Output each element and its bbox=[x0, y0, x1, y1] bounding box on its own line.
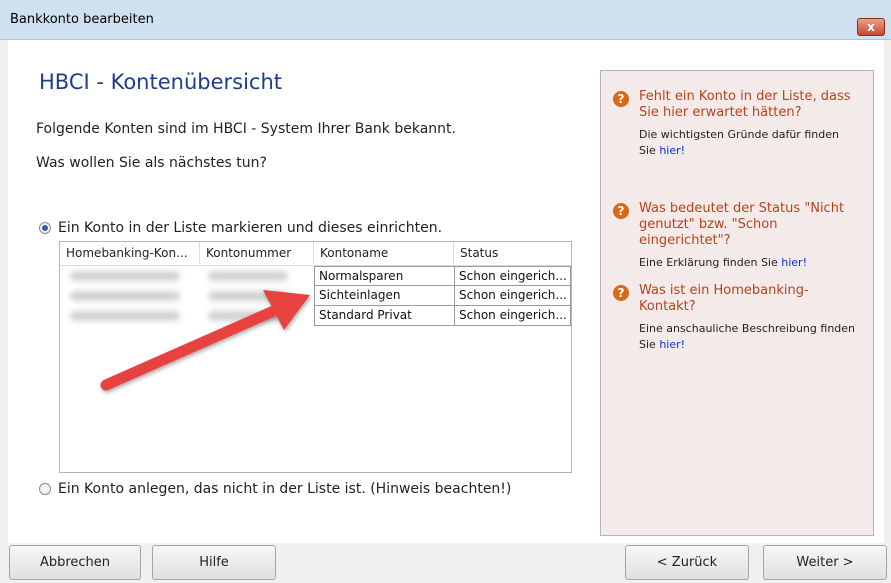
help-answer: Eine anschauliche Beschreibung finden Si… bbox=[639, 322, 856, 351]
question-circle-icon: ? bbox=[613, 91, 629, 107]
cancel-button[interactable]: Abbrechen bbox=[9, 545, 141, 580]
help-item-homebanking-contact: ? Was ist ein Homebanking-Kontakt? Eine … bbox=[613, 283, 859, 353]
help-link[interactable]: hier! bbox=[781, 256, 807, 269]
help-answer: Eine Erklärung finden Sie hier! bbox=[639, 256, 807, 269]
red-arrow-icon bbox=[100, 290, 310, 391]
help-question: Was bedeutet der Status "Nicht genutzt" … bbox=[639, 201, 845, 248]
help-question: Was ist ein Homebanking-Kontakt? bbox=[639, 283, 809, 314]
option-create-new[interactable]: Ein Konto anlegen, das nicht in der List… bbox=[39, 481, 511, 497]
help-link[interactable]: hier! bbox=[659, 144, 685, 157]
main-panel: HBCI - Kontenübersicht Folgende Konten s… bbox=[8, 40, 884, 543]
option-create-new-label[interactable]: Ein Konto anlegen, das nicht in der List… bbox=[58, 481, 511, 497]
question-circle-icon: ? bbox=[613, 285, 629, 301]
help-button[interactable]: Hilfe bbox=[152, 545, 276, 580]
help-item-missing-account: ? Fehlt ein Konto in der Liste, dass Sie… bbox=[613, 89, 859, 159]
help-link[interactable]: hier! bbox=[659, 338, 685, 351]
question-circle-icon: ? bbox=[613, 203, 629, 219]
help-sidebar: ? Fehlt ein Konto in der Liste, dass Sie… bbox=[600, 70, 874, 536]
help-question: Fehlt ein Konto in der Liste, dass Sie h… bbox=[639, 89, 851, 120]
help-answer: Die wichtigsten Gründe dafür finden Sie … bbox=[639, 128, 839, 157]
close-icon[interactable]: x bbox=[867, 20, 875, 34]
window-title: Bankkonto bearbeiten bbox=[10, 12, 154, 27]
back-button[interactable]: < Zurück bbox=[625, 545, 749, 580]
radio-create-new[interactable] bbox=[39, 483, 51, 495]
next-button[interactable]: Weiter > bbox=[763, 545, 887, 580]
title-bar: Bankkonto bearbeiten x bbox=[0, 0, 891, 40]
help-item-status: ? Was bedeutet der Status "Nicht genutzt… bbox=[613, 201, 859, 271]
close-button[interactable]: x bbox=[857, 18, 885, 36]
